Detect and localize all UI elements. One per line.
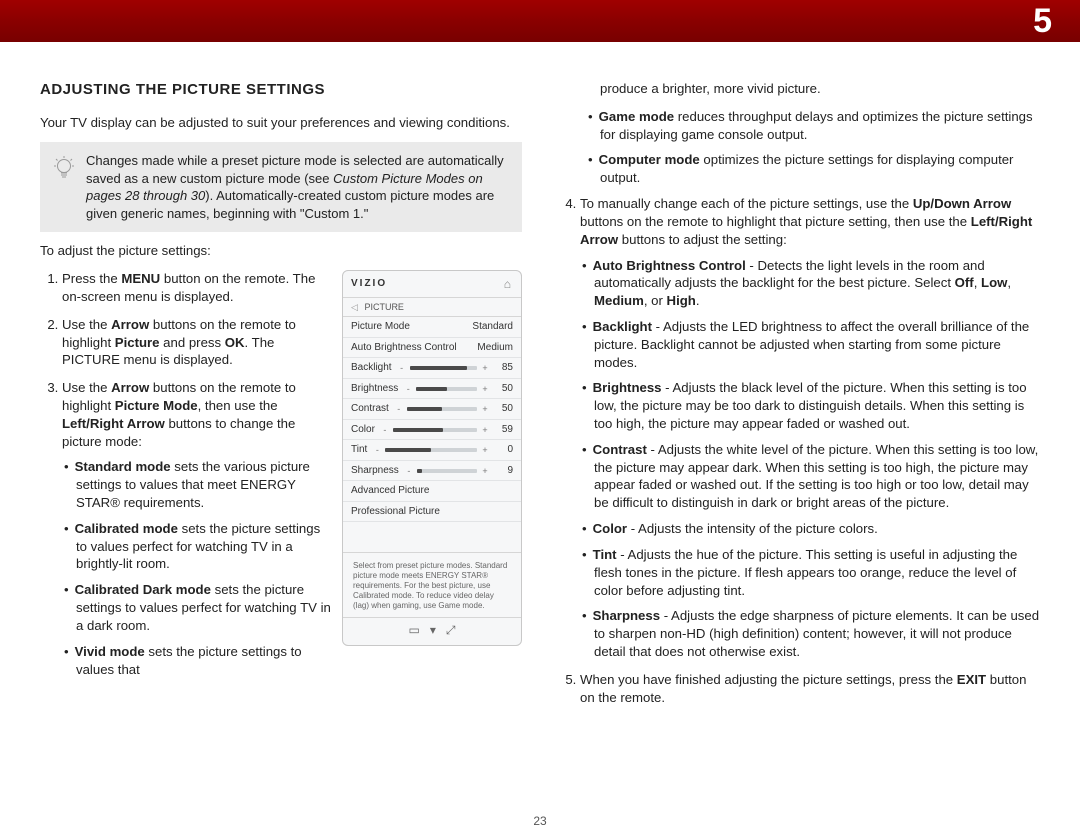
mode-game: Game mode reduces throughput delays and … (600, 108, 1040, 144)
menu-breadcrumb: ◁ PICTURE (343, 297, 521, 317)
menu-row-color: Color -+ 59 (343, 420, 521, 441)
step-5: When you have finished adjusting the pic… (580, 671, 1040, 707)
lead-text: To adjust the picture settings: (40, 242, 522, 260)
section-title: ADJUSTING THE PICTURE SETTINGS (40, 80, 522, 100)
mode-computer: Computer mode optimizes the picture sett… (600, 151, 1040, 187)
menu-row-brightness: Brightness -+ 50 (343, 379, 521, 400)
down-arrow-icon: ▾ (430, 622, 436, 638)
left-column: ADJUSTING THE PICTURE SETTINGS Your TV d… (40, 80, 522, 716)
setting-contrast: Contrast - Adjusts the white level of th… (594, 441, 1040, 512)
menu-row-professional: Professional Picture (343, 502, 521, 523)
menu-row-advanced: Advanced Picture (343, 481, 521, 502)
setting-brightness: Brightness - Adjusts the black level of … (594, 379, 1040, 432)
menu-row-tint: Tint -+ 0 (343, 440, 521, 461)
menu-brand-row: VIZIO ⌂ (343, 271, 521, 297)
setting-color: Color - Adjusts the intensity of the pic… (594, 520, 1040, 538)
setting-sharpness: Sharpness - Adjusts the edge sharpness o… (594, 607, 1040, 660)
step-4: To manually change each of the picture s… (580, 195, 1040, 661)
menu-row-sharpness: Sharpness -+ 9 (343, 461, 521, 482)
chapter-number: 5 (1033, 2, 1052, 41)
home-icon: ⌂ (504, 276, 513, 292)
steps-list-cont: To manually change each of the picture s… (558, 195, 1040, 706)
menu-row-backlight: Backlight -+ 85 (343, 358, 521, 379)
setting-backlight: Backlight - Adjusts the LED brightness t… (594, 318, 1040, 371)
menu-brand: VIZIO (351, 277, 387, 291)
note-box: Changes made while a preset picture mode… (40, 142, 522, 232)
note-text: Changes made while a preset picture mode… (86, 152, 510, 222)
wide-icon: ▭ (409, 622, 420, 638)
chapter-header: 5 (0, 0, 1080, 42)
menu-help-text: Select from preset picture modes. Standa… (343, 552, 521, 617)
menu-footer-icons: ▭ ▾ ⤢ (343, 617, 521, 644)
right-column: produce a brighter, more vivid picture. … (558, 80, 1040, 716)
setting-tint: Tint - Adjusts the hue of the picture. T… (594, 546, 1040, 599)
mode-vivid: Vivid mode sets the picture settings to … (76, 643, 522, 679)
tv-menu-screenshot: VIZIO ⌂ ◁ PICTURE Picture Mode Standard … (342, 270, 522, 646)
setting-auto-brightness: Auto Brightness Control - Detects the li… (594, 257, 1040, 310)
lightbulb-icon (52, 154, 76, 222)
menu-row-contrast: Contrast -+ 50 (343, 399, 521, 420)
menu-row-picture-mode: Picture Mode Standard (343, 317, 521, 338)
vivid-continuation: produce a brighter, more vivid picture. (558, 80, 1040, 98)
menu-row-auto-brightness: Auto Brightness Control Medium (343, 338, 521, 359)
page-number: 23 (0, 814, 1080, 828)
expand-icon: ⤢ (446, 622, 456, 638)
back-triangle-icon: ◁ (351, 302, 358, 312)
intro-paragraph: Your TV display can be adjusted to suit … (40, 114, 522, 132)
page-body: ADJUSTING THE PICTURE SETTINGS Your TV d… (0, 42, 1080, 716)
